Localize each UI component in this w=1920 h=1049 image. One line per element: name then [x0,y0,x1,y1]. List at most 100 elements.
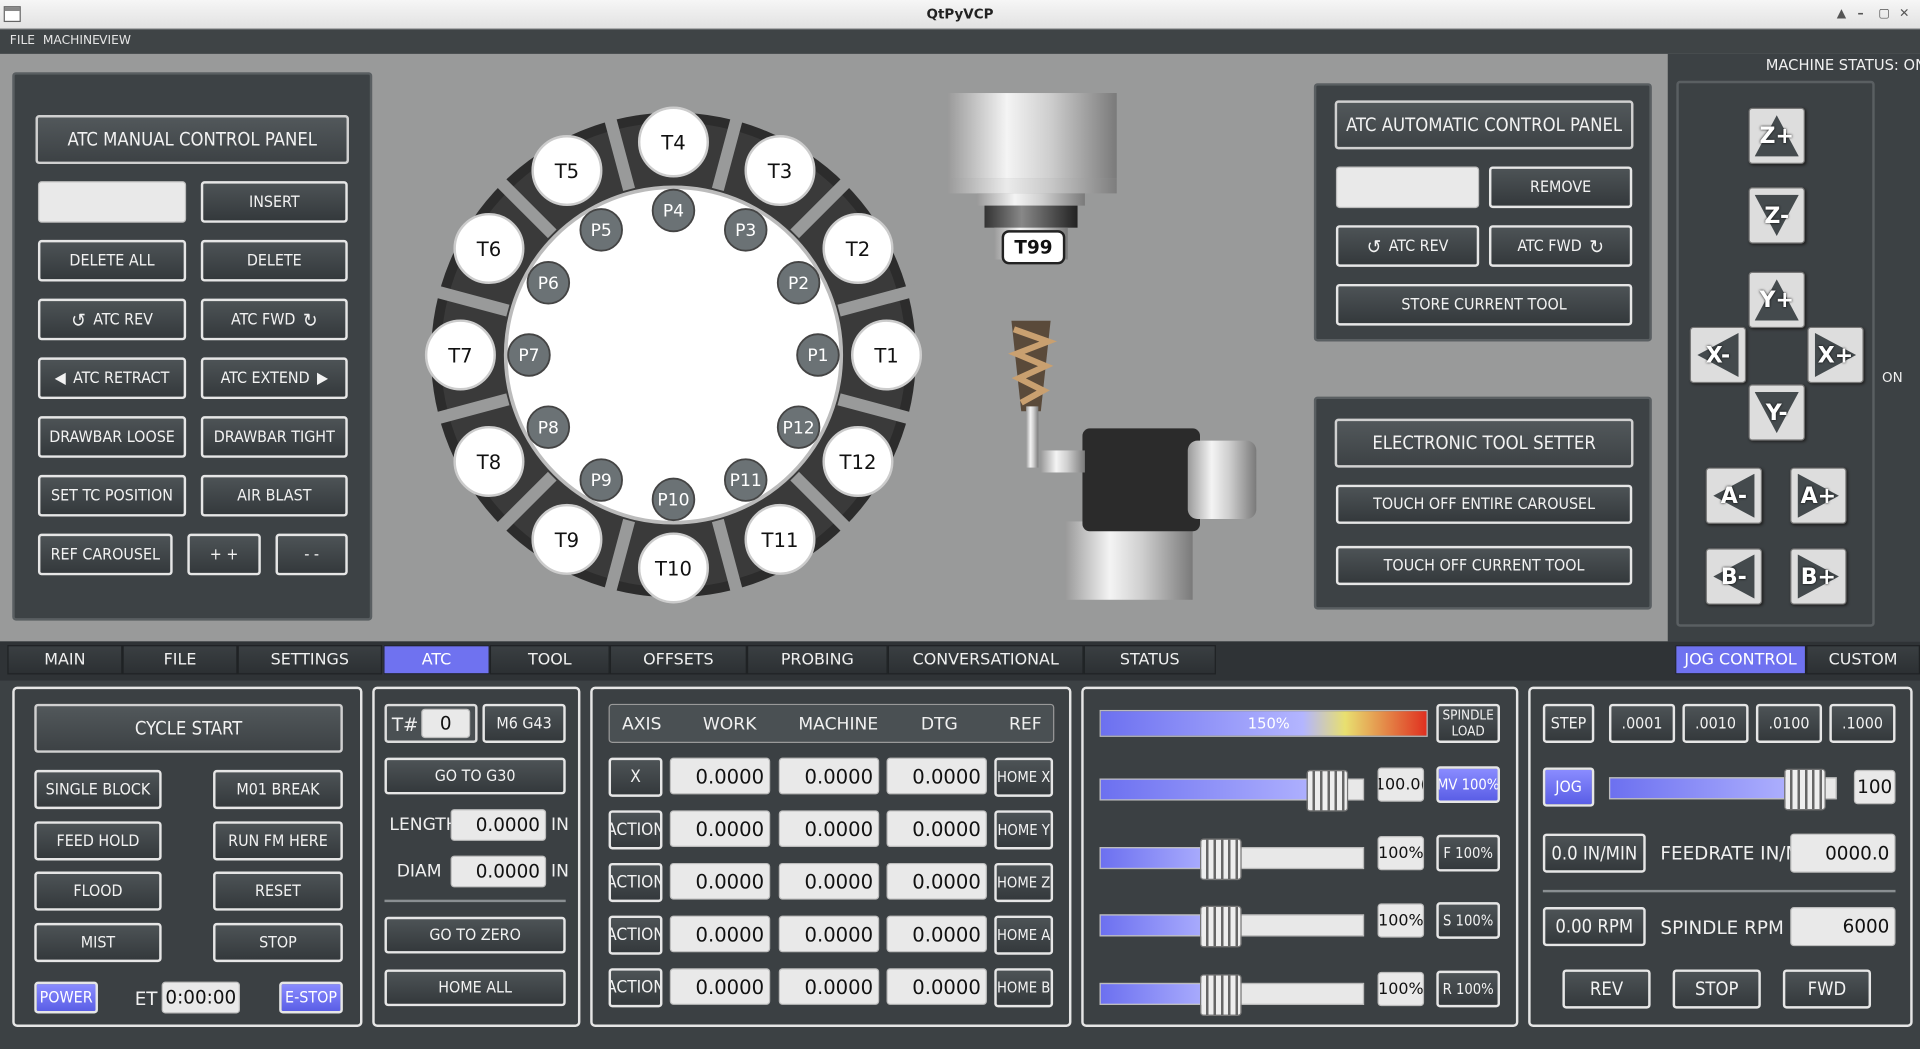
jog-speed-knob[interactable] [1784,768,1826,811]
jog-z-plus-button[interactable]: Z+ [1748,107,1805,165]
override-knob[interactable] [1306,769,1349,812]
jog-b-plus-button[interactable]: B+ [1790,548,1847,605]
drawbar-tight-button[interactable]: DRAWBAR TIGHT [200,416,348,458]
set-tc-position-button[interactable]: SET TC POSITION [37,474,187,517]
delete-all-button[interactable]: DELETE ALL [37,239,187,282]
dro-axis-button[interactable]: ACTION [608,810,663,850]
feedrate-input[interactable]: 0000.0 [1790,833,1896,873]
tab-atc[interactable]: ATC [383,645,490,675]
single-block-button[interactable]: SINGLE BLOCK [34,769,162,810]
carousel-minus-button[interactable]: - - [275,533,348,576]
mist-button[interactable]: MIST [34,922,162,963]
estop-button[interactable]: E-STOP [279,981,343,1014]
dro-home-button[interactable]: HOME Y [994,810,1054,850]
jog-y-plus-button[interactable]: Y+ [1748,271,1805,329]
override-slider[interactable] [1099,769,1365,812]
reset-button[interactable]: RESET [213,871,343,911]
maximize-icon[interactable]: ▢ [1878,7,1890,20]
go-to-zero-button[interactable]: GO TO ZERO [384,916,566,954]
override-reset-button[interactable]: F 100% [1436,834,1501,872]
menu-view[interactable]: VIEW [99,34,131,47]
jog-x-minus-button[interactable]: X- [1689,326,1747,384]
spindle-stop-button[interactable]: STOP [1672,969,1761,1009]
m6-g43-button[interactable]: M6 G43 [482,703,566,743]
spindle-rev-button[interactable]: REV [1562,969,1651,1009]
override-knob[interactable] [1200,974,1242,1016]
dro-home-button[interactable]: HOME Z [994,862,1054,903]
stop-button[interactable]: STOP [213,922,343,963]
atc-retract-button[interactable]: ◀ ATC RETRACT [37,357,187,400]
remove-button[interactable]: REMOVE [1488,166,1633,209]
auto-atc-rev-button[interactable]: ↺ ATC REV [1335,225,1480,267]
atc-extend-button[interactable]: ATC EXTEND ▶ [200,357,348,400]
jog-a-plus-button[interactable]: A+ [1790,467,1847,524]
power-button[interactable]: POWER [34,981,98,1014]
override-reset-button[interactable]: MV 100% [1436,766,1501,803]
increment-1000-button[interactable]: .1000 [1829,703,1896,743]
tab-offsets[interactable]: OFFSETS [609,645,747,675]
auto-atc-fwd-button[interactable]: ATC FWD ↻ [1488,225,1633,267]
tab-settings[interactable]: SETTINGS [237,645,383,675]
menu-file[interactable]: FILE [10,34,35,47]
tab-probing[interactable]: PROBING [746,645,888,675]
menu-machine[interactable]: MACHINE [43,34,100,47]
increment-0010-button[interactable]: .0010 [1682,703,1749,743]
spindle-rpm-input[interactable]: 6000 [1790,907,1896,947]
feed-hold-button[interactable]: FEED HOLD [34,821,162,861]
tab-status[interactable]: STATUS [1083,645,1216,675]
tab-custom[interactable]: CUSTOM [1806,645,1920,675]
atc-fwd-button[interactable]: ATC FWD ↻ [200,298,348,341]
dro-home-button[interactable]: HOME X [994,757,1054,797]
override-slider[interactable] [1099,974,1365,1016]
touch-off-current-tool-button[interactable]: TOUCH OFF CURRENT TOOL [1335,545,1633,586]
close-icon[interactable]: ✕ [1899,7,1909,20]
shade-icon[interactable]: ▲ [1837,7,1846,20]
carousel-plus-button[interactable]: + + [187,533,261,576]
jog-y-minus-button[interactable]: Y- [1748,384,1805,441]
tool-number-input[interactable] [37,181,187,223]
spindle-fwd-button[interactable]: FWD [1782,969,1872,1009]
dro-axis-button[interactable]: ACTION [608,915,663,955]
jog-b-minus-button[interactable]: B- [1705,548,1763,605]
tab-file[interactable]: FILE [122,645,238,675]
jog-speed-slider[interactable] [1608,768,1837,811]
atc-rev-button[interactable]: ↺ ATC REV [37,298,187,341]
insert-button[interactable]: INSERT [200,181,348,223]
override-reset-button[interactable]: S 100% [1436,902,1501,939]
store-current-tool-button[interactable]: STORE CURRENT TOOL [1335,283,1633,326]
cycle-start-button[interactable]: CYCLE START [34,703,343,753]
touch-off-carousel-button[interactable]: TOUCH OFF ENTIRE CAROUSEL [1335,484,1633,524]
jog-mode-button[interactable]: JOG [1542,767,1595,807]
tab-tool[interactable]: TOOL [489,645,610,675]
ref-carousel-button[interactable]: REF CAROUSEL [37,533,173,576]
dro-axis-button[interactable]: ACTION [608,862,663,903]
air-blast-button[interactable]: AIR BLAST [200,474,348,517]
jog-a-minus-button[interactable]: A- [1705,467,1763,524]
tab-main[interactable]: MAIN [7,645,123,675]
override-slider[interactable] [1099,905,1365,948]
override-slider[interactable] [1099,838,1365,881]
go-to-g30-button[interactable]: GO TO G30 [384,757,566,795]
dro-home-button[interactable]: HOME A [994,915,1054,955]
auto-tool-input[interactable] [1335,166,1480,209]
jog-z-minus-button[interactable]: Z- [1748,187,1805,244]
delete-button[interactable]: DELETE [200,239,348,282]
minimize-icon[interactable]: – [1858,7,1864,20]
dro-axis-button[interactable]: X [608,757,663,797]
step-button[interactable]: STEP [1542,703,1595,743]
dro-home-button[interactable]: HOME B [994,968,1054,1008]
home-all-button[interactable]: HOME ALL [384,969,566,1007]
override-knob[interactable] [1200,838,1242,881]
tab-conversational[interactable]: CONVERSATIONAL [887,645,1084,675]
flood-button[interactable]: FLOOD [34,871,162,911]
jog-x-plus-button[interactable]: X+ [1807,326,1864,384]
increment-0001-button[interactable]: .0001 [1608,703,1676,743]
increment-0100-button[interactable]: .0100 [1755,703,1823,743]
tool-number-field[interactable]: 0 [421,708,471,739]
run-from-here-button[interactable]: RUN FM HERE [213,821,343,861]
override-knob[interactable] [1200,905,1242,948]
override-reset-button[interactable]: R 100% [1436,970,1501,1008]
drawbar-loose-button[interactable]: DRAWBAR LOOSE [37,416,187,458]
m01-break-button[interactable]: M01 BREAK [213,769,343,810]
tab-jog-control[interactable]: JOG CONTROL [1675,645,1807,675]
